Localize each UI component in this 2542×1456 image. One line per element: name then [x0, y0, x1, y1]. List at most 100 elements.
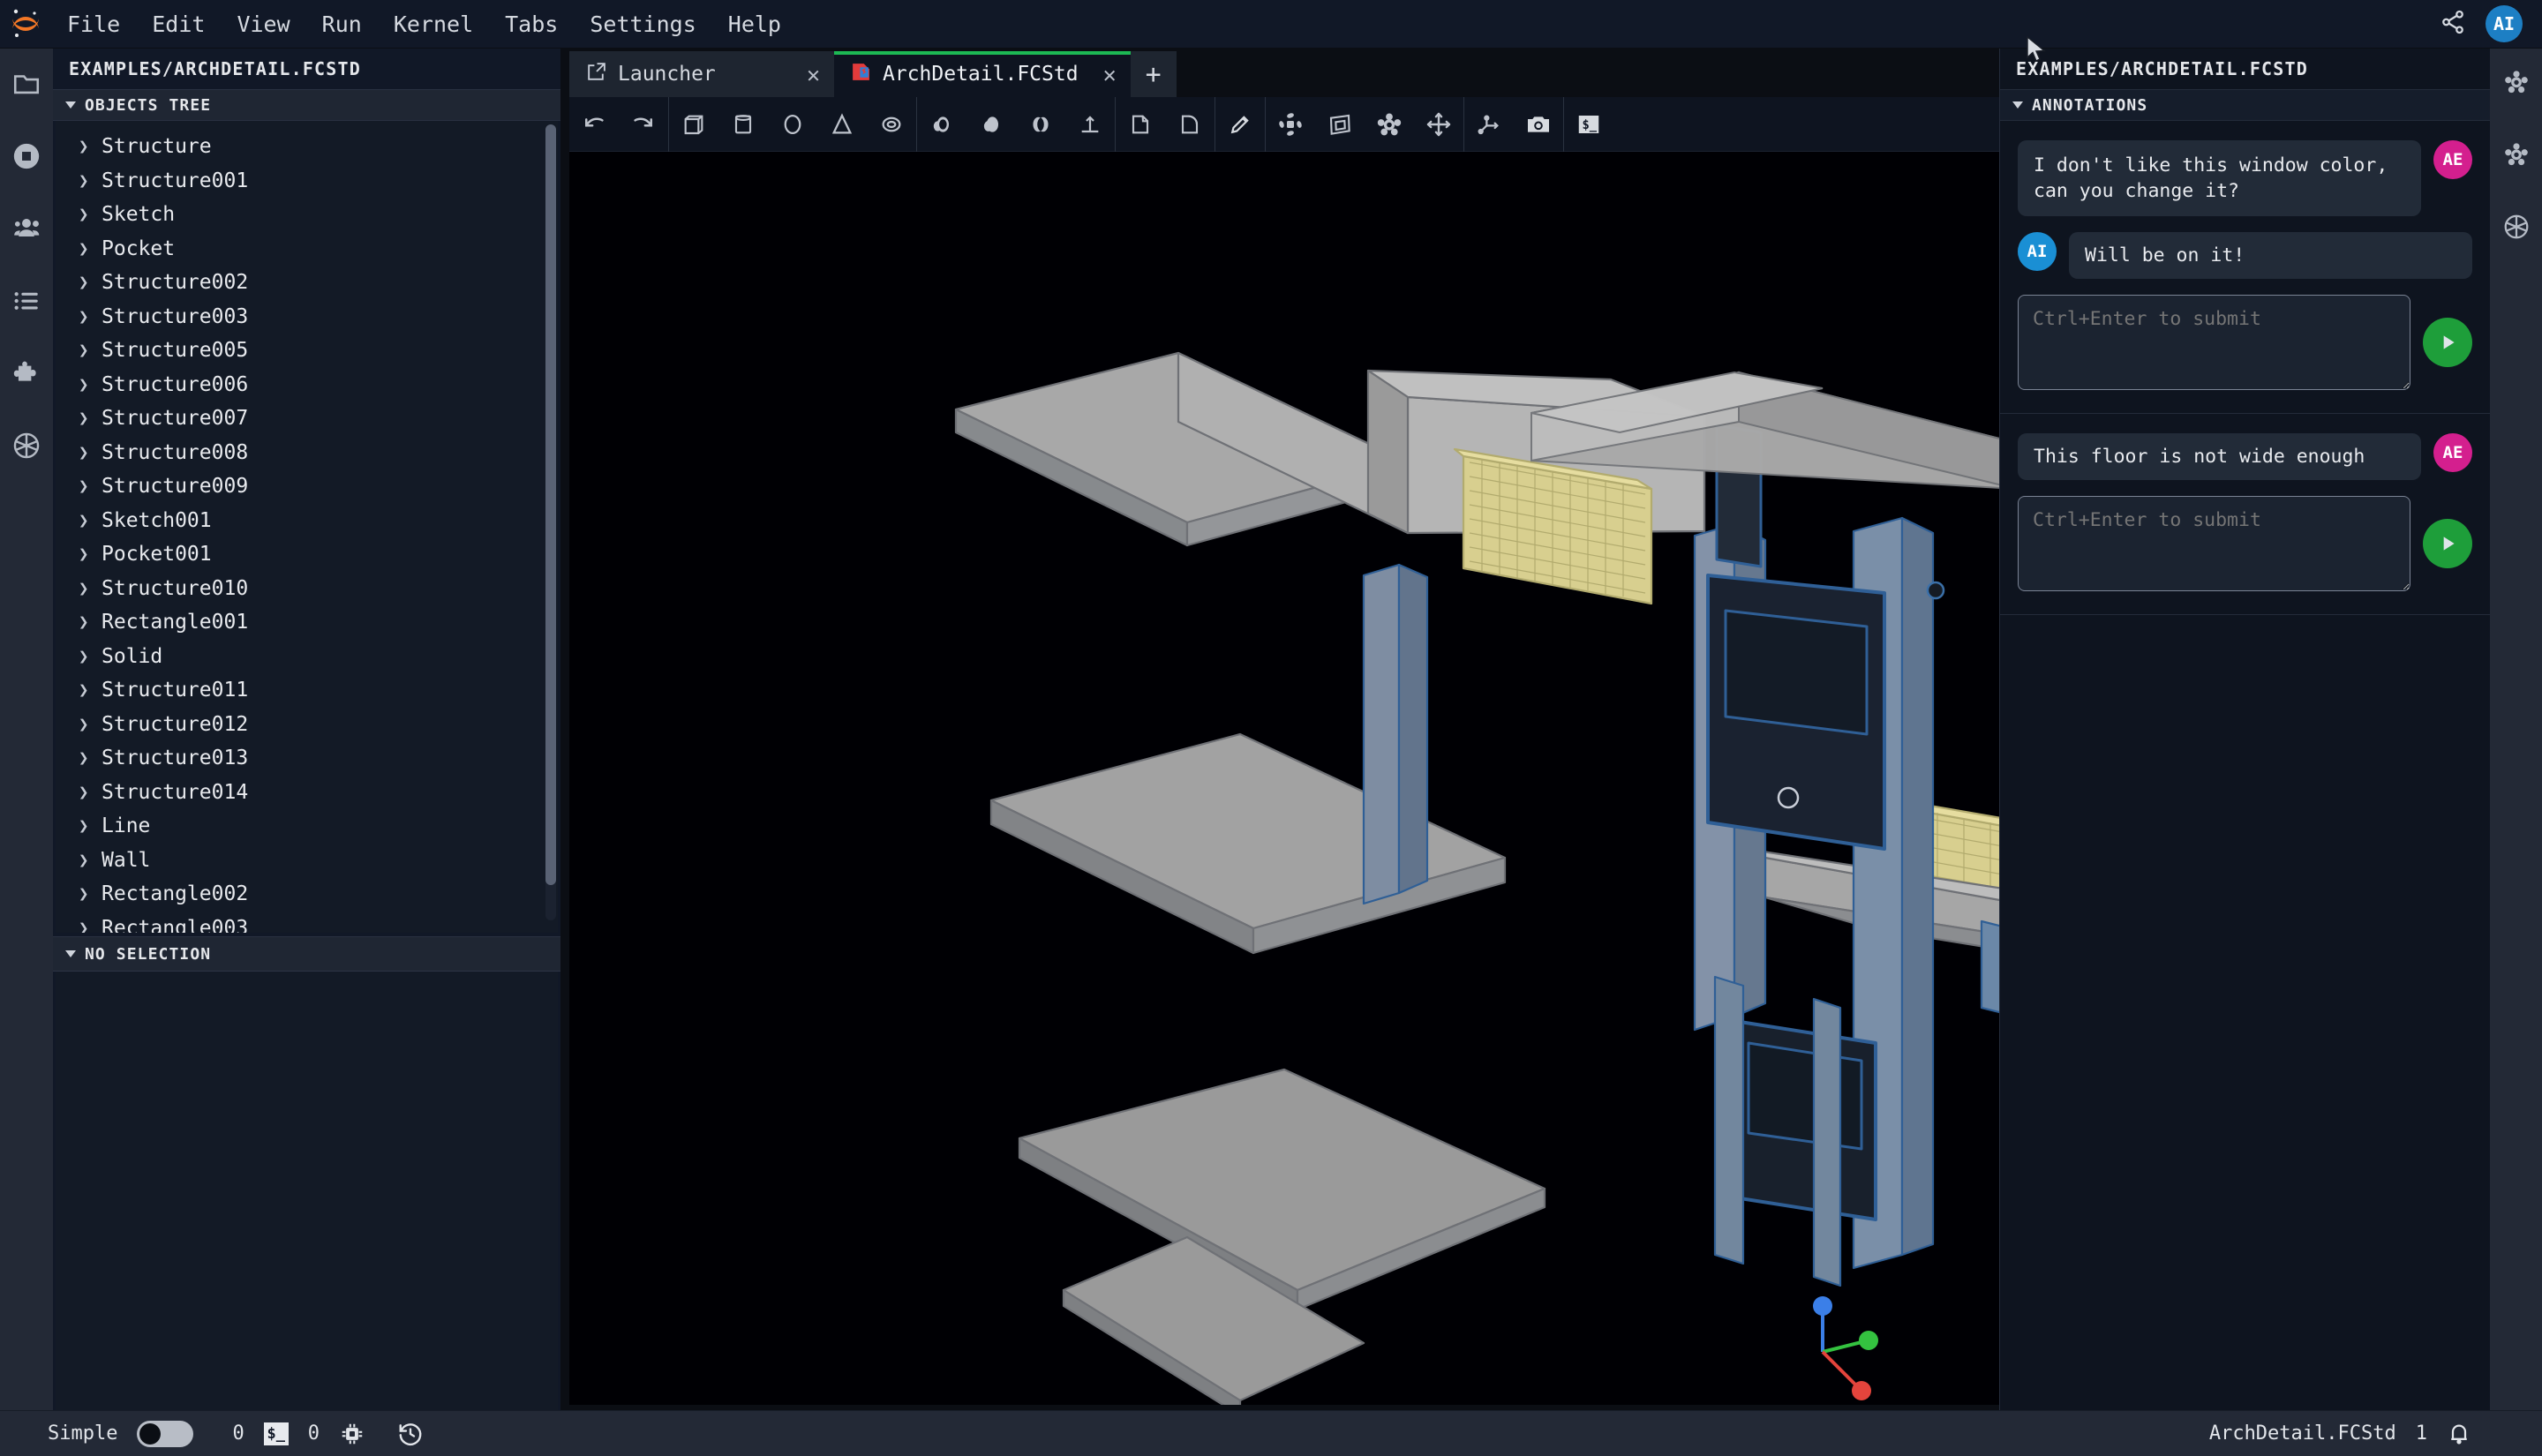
send-play-icon[interactable]: [2423, 318, 2472, 367]
chevron-right-icon[interactable]: ❯: [79, 375, 91, 394]
chevron-right-icon[interactable]: ❯: [79, 647, 91, 666]
chevron-right-icon[interactable]: ❯: [79, 273, 91, 292]
tree-item[interactable]: ❯Structure011: [56, 673, 558, 708]
menu-settings[interactable]: Settings: [574, 6, 711, 42]
menu-kernel[interactable]: Kernel: [378, 6, 489, 42]
tree-item[interactable]: ❯Structure003: [56, 300, 558, 334]
tab-launcher[interactable]: Launcher ✕: [569, 51, 834, 97]
chevron-right-icon[interactable]: ❯: [79, 307, 91, 326]
chevron-right-icon[interactable]: ❯: [79, 680, 91, 700]
chevron-right-icon[interactable]: ❯: [79, 579, 91, 598]
tree-item[interactable]: ❯Sketch: [56, 198, 558, 232]
menu-tabs[interactable]: Tabs: [489, 6, 574, 42]
command-palette-icon[interactable]: [9, 283, 44, 319]
jupytercad-annotations-icon[interactable]: [2499, 209, 2534, 244]
objects-tree-scrollbar[interactable]: [545, 124, 556, 920]
tree-item[interactable]: ❯Structure010: [56, 572, 558, 606]
box-icon[interactable]: [669, 97, 718, 152]
chevron-right-icon[interactable]: ❯: [79, 205, 91, 224]
cylinder-icon[interactable]: [718, 97, 768, 152]
3d-viewport[interactable]: [569, 152, 1999, 1405]
selection-header[interactable]: NO SELECTION: [53, 936, 560, 972]
chevron-right-icon[interactable]: ❯: [79, 715, 91, 734]
union-icon[interactable]: [966, 97, 1016, 152]
chevron-right-icon[interactable]: ❯: [79, 341, 91, 360]
cone-icon[interactable]: [817, 97, 867, 152]
add-tab-button[interactable]: +: [1131, 51, 1177, 97]
intersection-icon[interactable]: [1016, 97, 1065, 152]
chevron-right-icon[interactable]: ❯: [79, 748, 91, 768]
undo-icon[interactable]: [569, 97, 619, 152]
chevron-right-icon[interactable]: ❯: [79, 137, 91, 156]
transform-move-icon[interactable]: [1414, 97, 1463, 152]
clip-view-icon[interactable]: [1315, 97, 1365, 152]
tree-item[interactable]: ❯Structure014: [56, 776, 558, 810]
tree-item[interactable]: ❯Structure: [56, 130, 558, 164]
chevron-right-icon[interactable]: ❯: [79, 544, 91, 564]
running-sessions-icon[interactable]: [9, 139, 44, 174]
kernel-chip-icon[interactable]: [339, 1421, 365, 1447]
tree-item[interactable]: ❯Pocket001: [56, 537, 558, 572]
tree-item[interactable]: ❯Solid: [56, 640, 558, 674]
extrusion-icon[interactable]: [1065, 97, 1115, 152]
share-icon[interactable]: [2440, 9, 2466, 39]
explode-view-icon[interactable]: [1266, 97, 1315, 152]
settings-gear-icon[interactable]: [1365, 97, 1414, 152]
tree-item[interactable]: ❯Structure005: [56, 334, 558, 368]
mode-toggle[interactable]: [137, 1421, 193, 1447]
tree-item[interactable]: ❯Rectangle002: [56, 877, 558, 912]
console-icon[interactable]: $_: [1564, 97, 1613, 152]
tree-item[interactable]: ❯Structure002: [56, 266, 558, 300]
chevron-right-icon[interactable]: ❯: [79, 443, 91, 462]
cut-icon[interactable]: [917, 97, 966, 152]
tree-item[interactable]: ❯Wall: [56, 844, 558, 878]
annotations-header[interactable]: ANNOTATIONS: [2000, 89, 2490, 121]
collaboration-icon[interactable]: [9, 211, 44, 246]
chevron-right-icon[interactable]: ❯: [79, 783, 91, 802]
annotation-input[interactable]: [2018, 496, 2410, 591]
tree-item[interactable]: ❯Rectangle001: [56, 605, 558, 640]
chevron-right-icon[interactable]: ❯: [79, 884, 91, 904]
axes-helper-icon[interactable]: [1464, 97, 1514, 152]
sphere-icon[interactable]: [768, 97, 817, 152]
chevron-right-icon[interactable]: ❯: [79, 477, 91, 496]
chevron-right-icon[interactable]: ❯: [79, 511, 91, 530]
tab-archdetail[interactable]: ArchDetail.FCStd ✕: [834, 51, 1131, 97]
avatar[interactable]: AI: [2486, 5, 2523, 42]
annotation-input[interactable]: [2018, 295, 2410, 390]
menu-edit[interactable]: Edit: [136, 6, 221, 42]
menu-view[interactable]: View: [221, 6, 305, 42]
tree-item[interactable]: ❯Structure013: [56, 741, 558, 776]
terminal-icon[interactable]: $_: [264, 1422, 289, 1445]
close-icon[interactable]: ✕: [1089, 62, 1117, 87]
chamfer-icon[interactable]: [1116, 97, 1165, 152]
menu-help[interactable]: Help: [712, 6, 797, 42]
file-browser-icon[interactable]: [9, 66, 44, 101]
chevron-right-icon[interactable]: ❯: [79, 851, 91, 870]
tree-item[interactable]: ❯Structure007: [56, 402, 558, 436]
tree-item[interactable]: ❯Structure006: [56, 368, 558, 402]
tree-item[interactable]: ❯Structure001: [56, 164, 558, 199]
close-icon[interactable]: ✕: [793, 62, 820, 87]
tree-item[interactable]: ❯Sketch001: [56, 504, 558, 538]
sketch-pencil-icon[interactable]: [1215, 97, 1265, 152]
tree-item[interactable]: ❯Line: [56, 809, 558, 844]
torus-icon[interactable]: [867, 97, 916, 152]
tree-item[interactable]: ❯Structure009: [56, 469, 558, 504]
jupytercad-icon[interactable]: [9, 428, 44, 463]
redo-icon[interactable]: [619, 97, 668, 152]
chevron-right-icon[interactable]: ❯: [79, 919, 91, 933]
tree-item[interactable]: ❯Rectangle003: [56, 912, 558, 934]
tree-item[interactable]: ❯Pocket: [56, 232, 558, 266]
bell-icon[interactable]: [2447, 1422, 2471, 1446]
extension-manager-icon[interactable]: [9, 356, 44, 391]
tree-item[interactable]: ❯Structure012: [56, 708, 558, 742]
menu-file[interactable]: File: [51, 6, 136, 42]
fillet-icon[interactable]: [1165, 97, 1215, 152]
chevron-right-icon[interactable]: ❯: [79, 409, 91, 428]
chevron-right-icon[interactable]: ❯: [79, 239, 91, 259]
chevron-right-icon[interactable]: ❯: [79, 171, 91, 191]
history-icon[interactable]: [397, 1421, 424, 1447]
menu-run[interactable]: Run: [306, 6, 378, 42]
objects-tree-header[interactable]: OBJECTS TREE: [53, 89, 560, 121]
